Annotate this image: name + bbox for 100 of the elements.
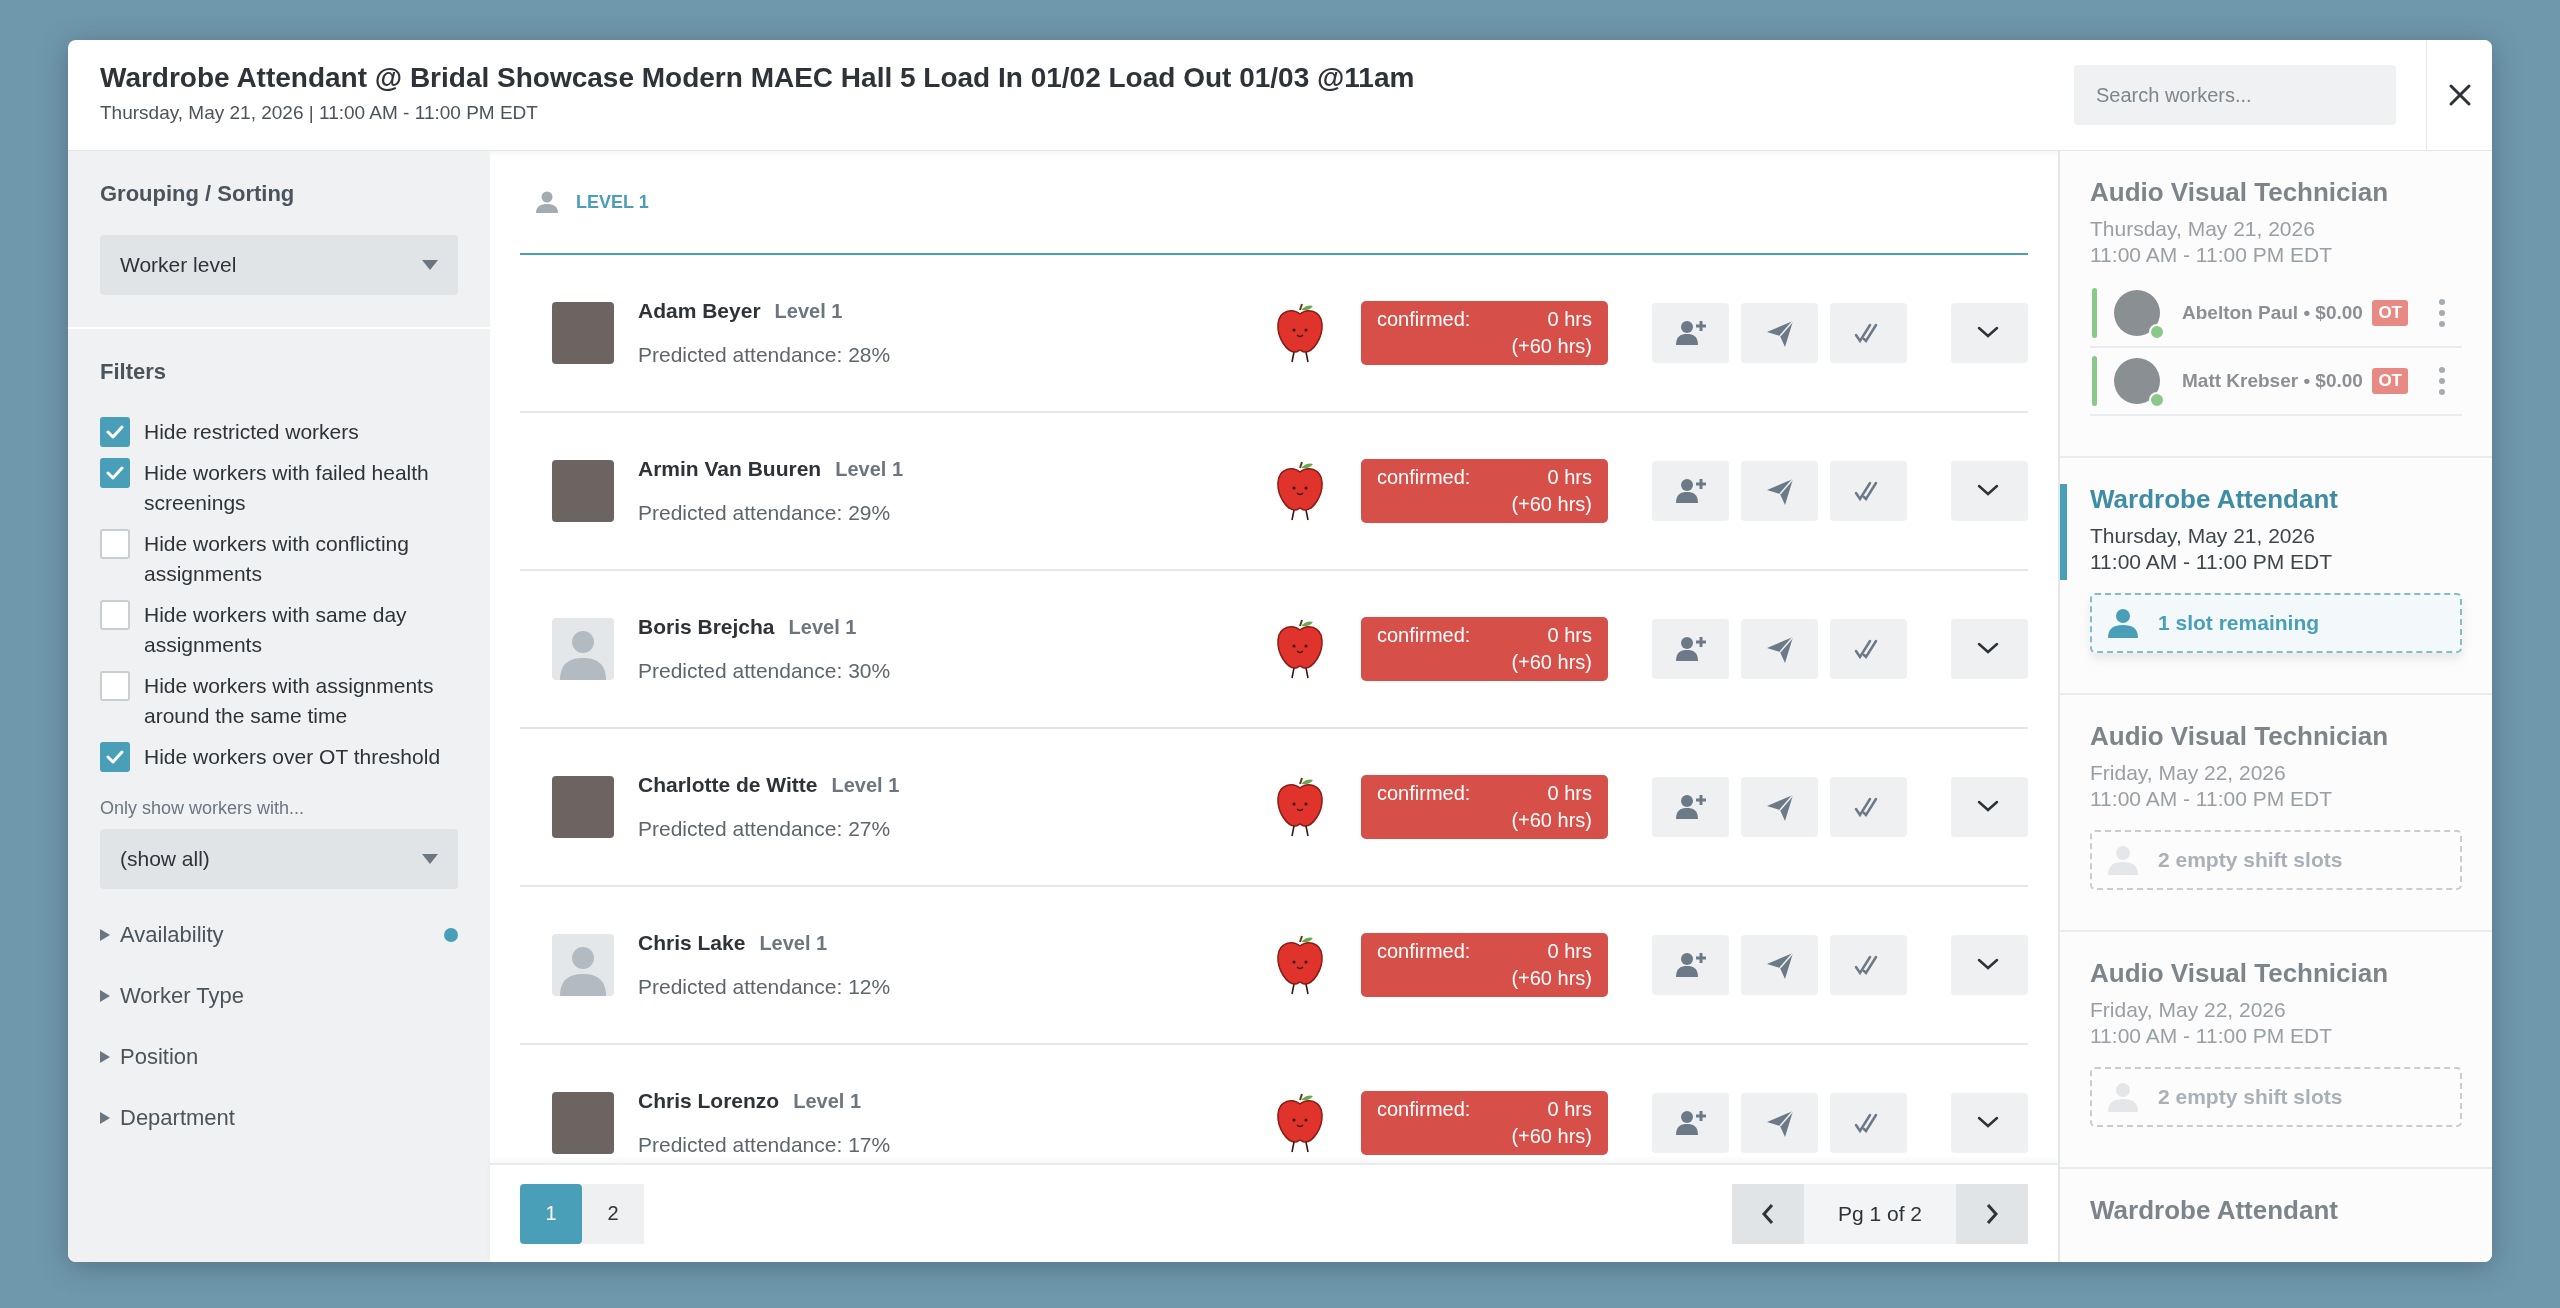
shift-date-time: Thursday, May 21, 2026 11:00 AM - 11:00 PM EDT (2090, 523, 2333, 575)
close-icon (2447, 83, 2472, 107)
shift-date-time: Friday, May 22, 2026 11:00 AM - 11:00 PM EDT (2090, 997, 2333, 1049)
confirm-button[interactable] (1830, 461, 1907, 521)
search-field[interactable]: Search workers... (2074, 65, 2396, 125)
worker-level: Level 1 (759, 932, 828, 955)
shift-date-time: Thursday, May 21, 2026 11:00 AM - 11:00 PM EDT (2090, 216, 2333, 268)
photo-placeholder (552, 302, 614, 364)
worker-name[interactable]: Boris Brejcha (638, 615, 775, 639)
checkbox[interactable] (100, 671, 130, 701)
status-badge: confirmed: 0 hrs (+60 hrs) (1361, 933, 1608, 997)
filter-label: Hide workers with conflicting assignments (144, 531, 410, 587)
predicted-attendance: Predicted attendance: 27% (638, 817, 892, 841)
status-bar (2092, 288, 2097, 338)
chevron-left-icon (1761, 1202, 1775, 1225)
caret-icon (100, 1050, 110, 1063)
send-button[interactable] (1741, 1093, 1818, 1153)
shift-date-time: Friday, May 22, 2026 11:00 AM - 11:00 PM EDT (2090, 760, 2333, 812)
status-badge: confirmed: 0 hrs (+60 hrs) (1361, 301, 1608, 365)
caret-icon (100, 989, 110, 1002)
predicted-attendance: Predicted attendance: 12% (638, 975, 892, 999)
predicted-attendance: Predicted attendance: 17% (638, 1133, 892, 1157)
filter-label: Hide workers with same day assignments (144, 602, 408, 658)
caret-icon (422, 854, 438, 864)
checkbox[interactable] (100, 458, 130, 488)
assignee-name: Abelton Paul • $0.00 (2182, 301, 2364, 325)
assign-button[interactable] (1652, 461, 1729, 521)
checkbox[interactable] (100, 600, 130, 630)
group-label: LEVEL 1 (576, 191, 649, 213)
shift-card[interactable]: Audio Visual Technician Friday, May 22, 2026 11:00 AM - 11:00 PM EDT 2 empty shift slots (2060, 695, 2492, 932)
filter-label: Hide workers with failed health screenings (144, 460, 430, 516)
checkmark-icon (106, 750, 124, 764)
photo-placeholder (552, 460, 614, 522)
send-button[interactable] (1741, 777, 1818, 837)
predicted-attendance: Predicted attendance: 29% (638, 501, 892, 525)
photo-placeholder (552, 776, 614, 838)
more-icon[interactable] (2438, 298, 2446, 328)
status-badge: confirmed: 0 hrs (+60 hrs) (1361, 617, 1608, 681)
checkbox[interactable] (100, 529, 130, 559)
confirm-button[interactable] (1830, 935, 1907, 995)
worker-name[interactable]: Armin Van Buuren (638, 457, 822, 481)
predicted-attendance: Predicted attendance: 28% (638, 343, 892, 367)
send-button[interactable] (1741, 619, 1818, 679)
worker-level: Level 1 (793, 1090, 861, 1113)
overtime-badge: OT (2372, 368, 2408, 394)
worker-level: Level 1 (774, 300, 843, 323)
confirm-button[interactable] (1830, 303, 1907, 363)
assign-button[interactable] (1652, 935, 1729, 995)
collapsible-section[interactable]: Position (100, 1041, 458, 1072)
page-button[interactable]: 2 (582, 1183, 644, 1244)
avatar-placeholder (552, 618, 614, 680)
confirm-button[interactable] (1830, 619, 1907, 679)
close-button[interactable] (2426, 40, 2492, 150)
collapsible-section[interactable]: Department (100, 1102, 458, 1133)
person-add-icon (1675, 319, 1706, 347)
person-add-icon (1675, 477, 1706, 505)
filter-label: Hide restricted workers (144, 419, 359, 445)
send-button[interactable] (1741, 303, 1818, 363)
person-add-icon (1675, 793, 1706, 821)
dropdown[interactable]: (show all) (100, 829, 458, 889)
more-icon[interactable] (2438, 366, 2446, 396)
filter-label: Hide workers with assignments around the same time (144, 673, 435, 729)
status-badge: confirmed: 0 hrs (+60 hrs) (1361, 775, 1608, 839)
worker-name[interactable]: Charlotte de Witte (638, 773, 818, 797)
avatar-placeholder (552, 934, 614, 996)
checkbox[interactable] (100, 742, 130, 772)
shift-date-time: Thursday, May 21, 2026 | 11:00 AM - 11:00 PM EDT (100, 102, 539, 124)
person-icon (2108, 608, 2138, 638)
status-badge: confirmed: 0 hrs (+60 hrs) (1361, 1091, 1608, 1155)
chevron-right-icon (1985, 1202, 1999, 1225)
send-button[interactable] (1741, 461, 1818, 521)
collapsible-section[interactable]: Availability (100, 919, 458, 950)
person-add-icon (1675, 951, 1706, 979)
section-heading: Grouping / Sorting (100, 181, 296, 207)
worker-name[interactable]: Adam Beyer (638, 299, 761, 323)
send-button[interactable] (1741, 935, 1818, 995)
checkmark-icon (106, 466, 124, 480)
shift-card[interactable]: Wardrobe Attendant (2060, 1169, 2492, 1262)
confirm-button[interactable] (1830, 777, 1907, 837)
person-add-icon (1675, 1109, 1706, 1137)
filter-label: Hide workers over OT threshold (144, 744, 441, 770)
worker-name[interactable]: Chris Lake (638, 931, 746, 955)
confirm-button[interactable] (1830, 1093, 1907, 1153)
overtime-badge: OT (2372, 300, 2408, 326)
collapsible-section[interactable]: Worker Type (100, 980, 458, 1011)
assign-button[interactable] (1652, 619, 1729, 679)
worker-name[interactable]: Chris Lorenzo (638, 1089, 780, 1113)
caret-icon (100, 928, 110, 941)
assign-button[interactable] (1652, 303, 1729, 363)
status-bar (2092, 356, 2097, 406)
shift-card[interactable]: Wardrobe Attendant Thursday, May 21, 2026 11:00 AM - 11:00 PM EDT 1 slot remaining (2060, 458, 2492, 695)
assign-button[interactable] (1652, 1093, 1729, 1153)
checkbox[interactable] (100, 417, 130, 447)
shift-card[interactable]: Audio Visual Technician Thursday, May 21, 2026 11:00 AM - 11:00 PM EDT Abelton Paul • $0.00 OT Matt Krebser • $0.00 OT (2060, 151, 2492, 458)
shift-card[interactable]: Audio Visual Technician Friday, May 22, 2026 11:00 AM - 11:00 PM EDT 2 empty shift slots (2060, 932, 2492, 1169)
photo-placeholder (552, 1092, 614, 1154)
assign-button[interactable] (1652, 777, 1729, 837)
person-add-icon (1675, 635, 1706, 663)
worker-level: Level 1 (831, 774, 900, 797)
dropdown[interactable]: Worker level (100, 235, 458, 295)
